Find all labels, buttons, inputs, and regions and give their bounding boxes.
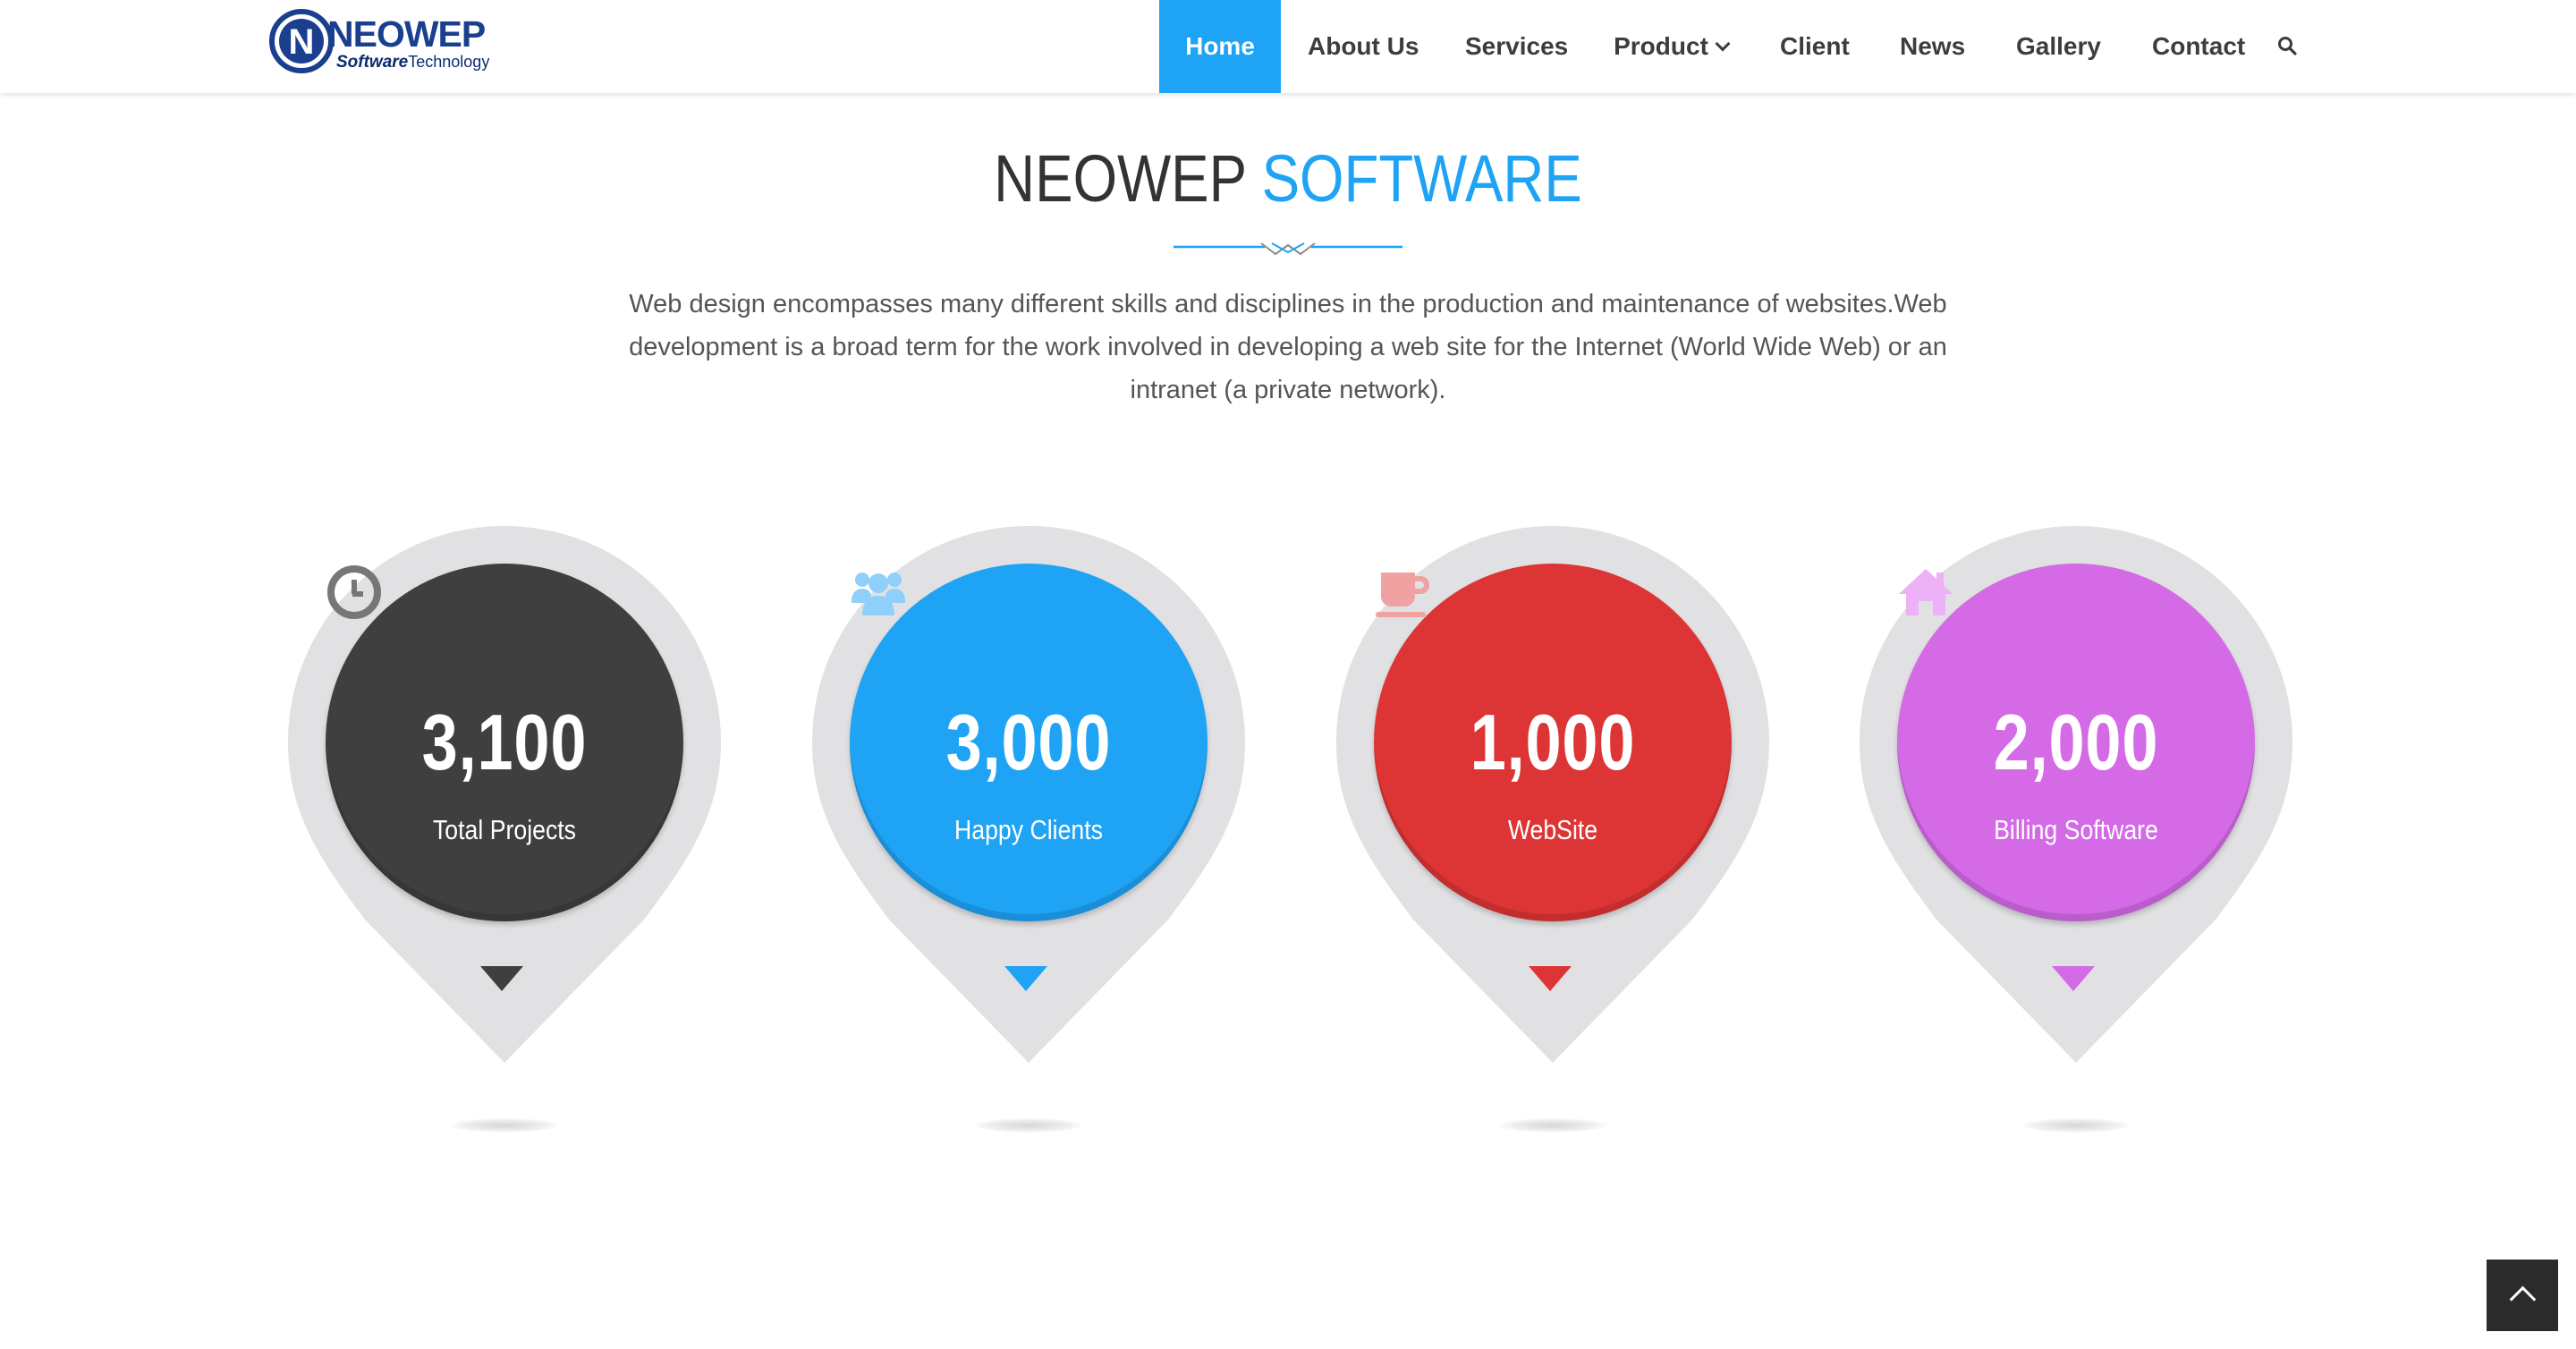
stat-value: 2,000 [1993,698,2159,786]
stat-label: Total Projects [432,814,577,845]
chevron-up-icon [2509,1285,2537,1313]
logo-wordmark: NEOWEP [327,13,486,55]
pin-shadow [2022,1118,2130,1133]
pin-shadow [451,1118,558,1133]
logo-n-mark-icon: N [269,9,334,73]
nav-about-us-label: About Us [1308,32,1419,60]
nav-client[interactable]: Client [1780,0,1850,93]
pin-arrow-icon [480,966,523,991]
pin-arrow-icon [1529,966,1572,991]
logo-tagline: SoftwareTechnology [336,52,489,72]
nav-product-label: Product [1614,32,1708,60]
nav-about-us[interactable]: About Us [1308,0,1419,93]
stat-circle: 1,000 WebSite [1374,564,1732,921]
section-title-accent: SOFTWARE [1261,141,1582,216]
nav-services-label: Services [1465,32,1569,60]
pin-arrow-icon [1004,966,1047,991]
nav-news[interactable]: News [1900,0,1966,93]
site-logo[interactable]: N NEOWEP SoftwareTechnology [268,7,501,86]
svg-text:N: N [289,22,315,62]
logo-tagline-software: Software [336,53,409,72]
nav-client-label: Client [1780,32,1850,60]
stat-value: 3,000 [945,698,1112,786]
pin-arrow-icon [2052,966,2095,991]
logo-tagline-technology: Technology [408,53,490,71]
stat-label: WebSite [1507,814,1598,845]
section-description: Web design encompasses many different sk… [629,290,1947,404]
title-divider [1174,242,1402,256]
stat-circle: 3,000 Happy Clients [850,564,1208,921]
section-title: NEOWEP SOFTWARE [181,134,2396,224]
nav-gallery[interactable]: Gallery [2016,0,2101,93]
stat-value: 1,000 [1470,698,1636,786]
stat-pin-website: 1,000 WebSite [1336,526,1769,1134]
coffee-cup-icon [1376,573,1429,617]
nav-product[interactable]: Product [1612,0,1731,93]
stat-value: 3,100 [421,698,588,786]
chevron-down-icon [1715,36,1731,52]
nav-services[interactable]: Services [1465,0,1568,93]
nav-contact[interactable]: Contact [2152,0,2246,93]
section-title-main: NEOWEP [994,141,1246,216]
nav-news-label: News [1900,32,1966,60]
stat-label: Happy Clients [954,814,1103,845]
pin-shadow [975,1118,1082,1133]
clock-icon [327,565,381,619]
home-icon [1899,569,1953,615]
stat-pin-total-projects: 3,100 Total Projects [288,526,721,1134]
stat-pin-billing-software: 2,000 Billing Software [1860,526,2292,1134]
nav-home[interactable]: Home [1159,0,1281,93]
pin-shadow [1499,1118,1606,1133]
stat-circle: 2,000 Billing Software [1897,564,2255,921]
users-icon [852,573,905,615]
stat-pin-happy-clients: 3,000 Happy Clients [812,526,1245,1134]
search-icon[interactable] [2277,36,2297,55]
back-to-top-button[interactable] [2487,1260,2558,1331]
nav-gallery-label: Gallery [2016,32,2101,60]
site-header: N NEOWEP SoftwareTechnology Home About U… [0,0,2576,93]
nav-home-label: Home [1185,32,1255,60]
stat-circle: 3,100 Total Projects [326,564,683,921]
stat-label: Billing Software [1994,814,2158,845]
nav-contact-label: Contact [2152,32,2246,60]
